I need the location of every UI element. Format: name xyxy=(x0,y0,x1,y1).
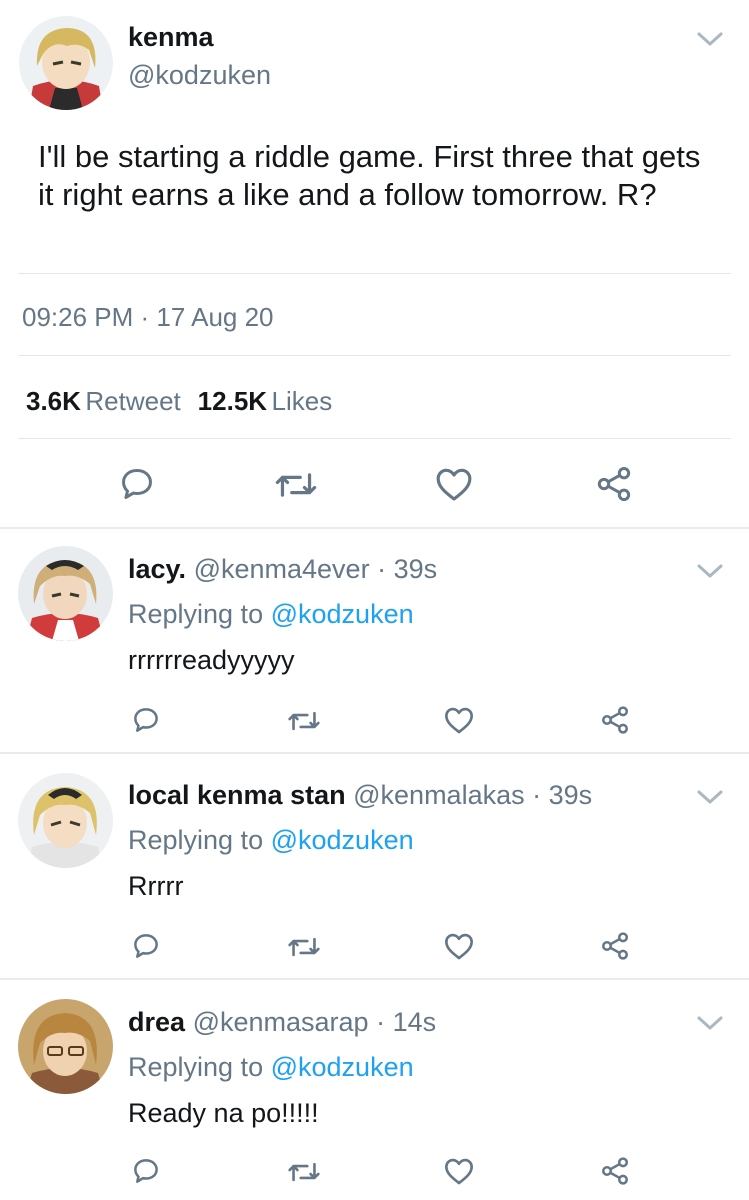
divider xyxy=(0,752,749,754)
avatar[interactable] xyxy=(18,773,113,868)
reply-icon[interactable] xyxy=(131,705,161,735)
replying-prefix: Replying to xyxy=(128,599,264,629)
replying-to-link[interactable]: @kodzuken xyxy=(271,599,414,629)
tweet-stats: 3.6K Retweet 12.5K Likes xyxy=(26,386,332,417)
like-count[interactable]: 12.5K xyxy=(198,386,267,416)
reply-author-name[interactable]: local kenma stan xyxy=(128,780,346,810)
chevron-down-icon[interactable] xyxy=(696,30,724,48)
retweet-icon[interactable] xyxy=(287,1158,321,1186)
heart-icon[interactable] xyxy=(434,465,474,503)
heart-icon[interactable] xyxy=(443,931,475,961)
replying-to: Replying to @kodzuken xyxy=(128,599,414,630)
replying-to: Replying to @kodzuken xyxy=(128,1052,414,1083)
author-handle[interactable]: @kodzuken xyxy=(128,60,271,91)
reply-text: Rrrrr xyxy=(128,871,184,901)
chevron-down-icon[interactable] xyxy=(696,1014,724,1032)
avatar[interactable] xyxy=(19,16,113,110)
reply-author-handle[interactable]: @kenma4ever xyxy=(194,554,370,584)
chevron-down-icon[interactable] xyxy=(696,562,724,580)
share-icon[interactable] xyxy=(599,1155,631,1187)
heart-icon[interactable] xyxy=(443,1156,475,1186)
retweet-count[interactable]: 3.6K xyxy=(26,386,81,416)
tweet-text: I'll be starting a riddle game. First th… xyxy=(38,139,701,212)
divider xyxy=(0,978,749,980)
reply-time[interactable]: · 14s xyxy=(376,1007,436,1037)
avatar[interactable] xyxy=(18,546,113,641)
retweet-label[interactable]: Retweet xyxy=(85,386,180,416)
replying-to-link[interactable]: @kodzuken xyxy=(271,825,414,855)
reply-time[interactable]: · 39s xyxy=(532,780,592,810)
tweet-timestamp[interactable]: 09:26 PM · 17 Aug 20 xyxy=(22,302,274,333)
retweet-icon[interactable] xyxy=(287,933,321,961)
reply-header: drea @kenmasarap · 14s xyxy=(128,1007,436,1038)
reply-author-handle[interactable]: @kenmalakas xyxy=(353,780,524,810)
retweet-icon[interactable] xyxy=(287,707,321,735)
reply-icon[interactable] xyxy=(131,1156,161,1186)
like-label[interactable]: Likes xyxy=(272,386,333,416)
reply-text: rrrrrreadyyyyy xyxy=(128,645,295,675)
divider xyxy=(18,273,731,274)
retweet-icon[interactable] xyxy=(274,467,318,503)
author-name[interactable]: kenma xyxy=(128,22,214,53)
divider xyxy=(18,355,731,356)
avatar[interactable] xyxy=(18,999,113,1094)
reply-time[interactable]: · 39s xyxy=(377,554,437,584)
reply-header: lacy. @kenma4ever · 39s xyxy=(128,554,437,585)
replying-to: Replying to @kodzuken xyxy=(128,825,414,856)
share-icon[interactable] xyxy=(599,930,631,962)
share-icon[interactable] xyxy=(594,464,634,504)
reply-icon[interactable] xyxy=(118,465,156,503)
divider xyxy=(18,438,731,439)
reply-text: Ready na po!!!!! xyxy=(128,1098,319,1128)
replying-prefix: Replying to xyxy=(128,1052,264,1082)
replying-prefix: Replying to xyxy=(128,825,264,855)
reply-author-handle[interactable]: @kenmasarap xyxy=(193,1007,369,1037)
share-icon[interactable] xyxy=(599,704,631,736)
reply-icon[interactable] xyxy=(131,931,161,961)
heart-icon[interactable] xyxy=(443,705,475,735)
replying-to-link[interactable]: @kodzuken xyxy=(271,1052,414,1082)
reply-author-name[interactable]: lacy. xyxy=(128,554,186,584)
reply-header: local kenma stan @kenmalakas · 39s xyxy=(128,780,592,811)
chevron-down-icon[interactable] xyxy=(696,788,724,806)
divider xyxy=(0,527,749,529)
reply-author-name[interactable]: drea xyxy=(128,1007,185,1037)
